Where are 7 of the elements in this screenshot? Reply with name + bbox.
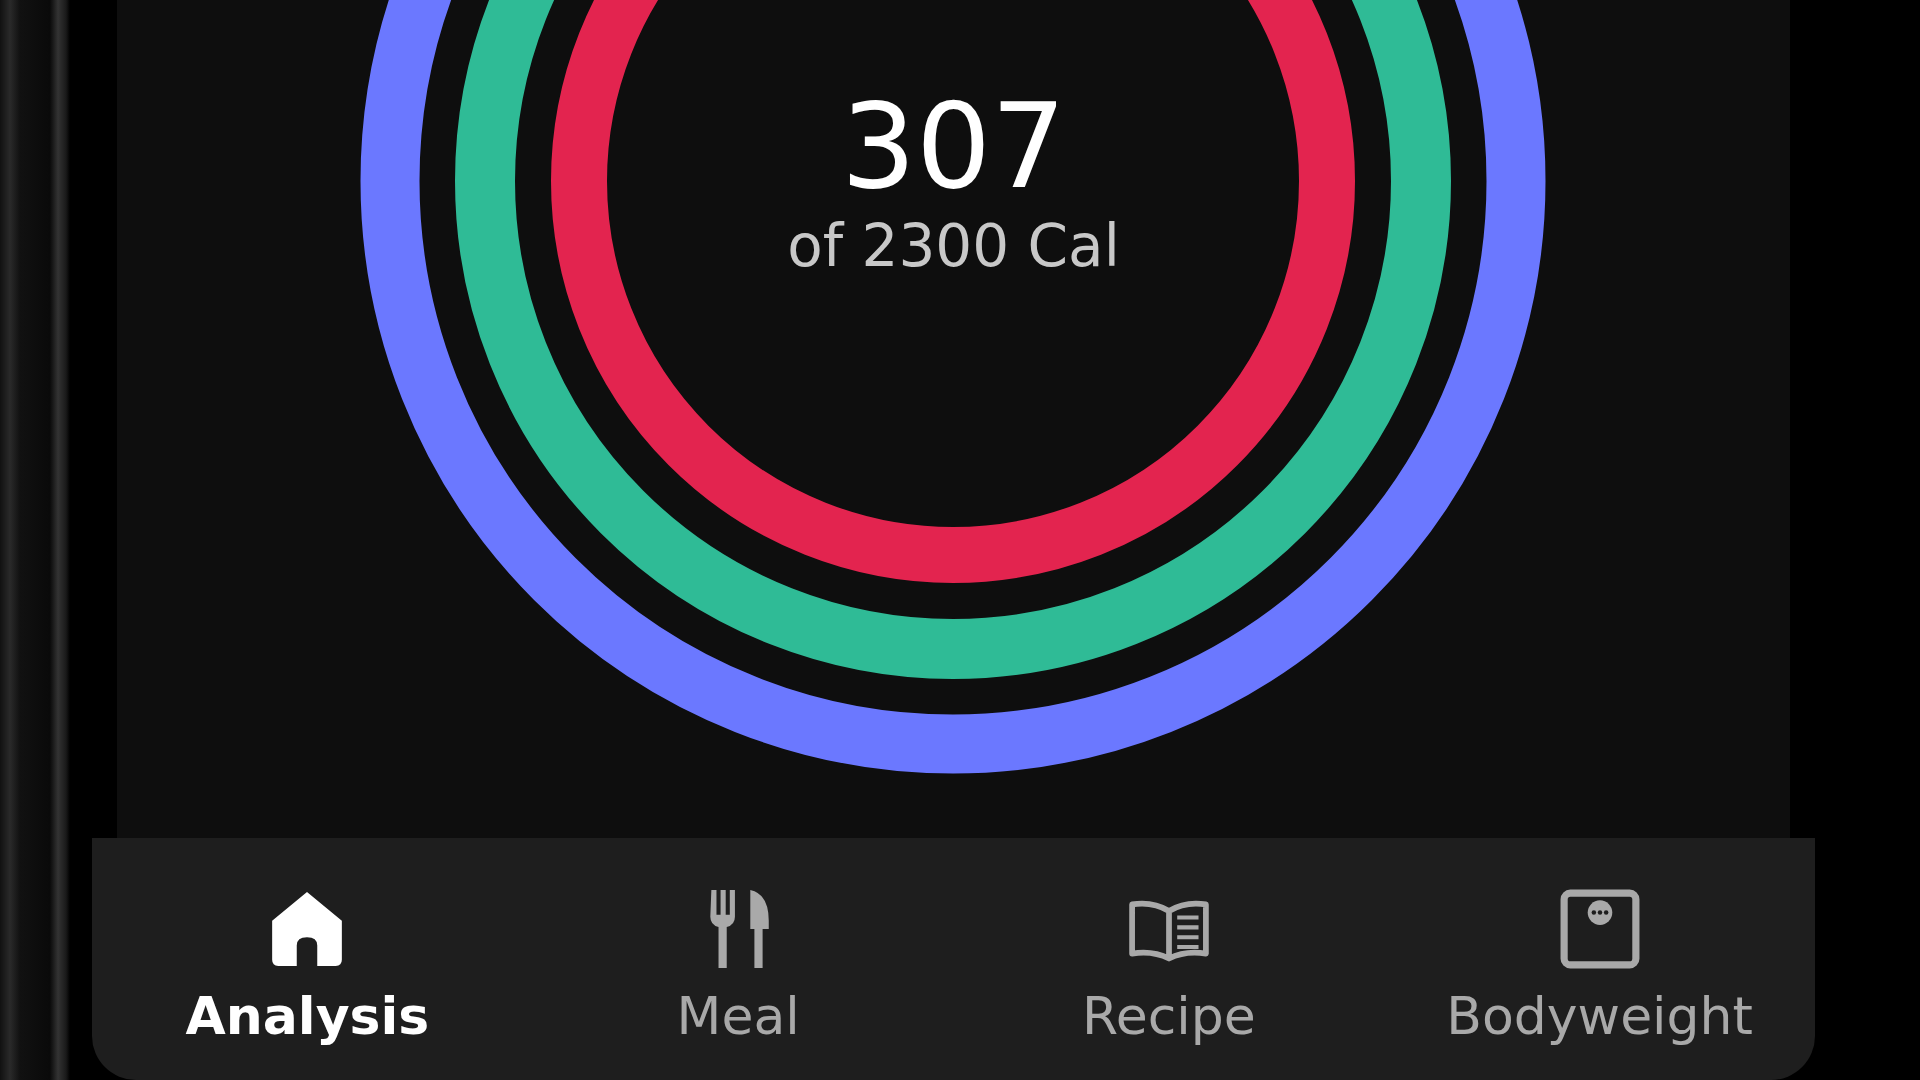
nav-tab[interactable]: Bodyweight [1384, 838, 1815, 1080]
nav-tab[interactable]: Analysis [92, 838, 523, 1080]
nav-tab[interactable]: Meal [522, 838, 954, 1080]
nav-tab[interactable]: Recipe [953, 838, 1385, 1080]
calorie-count: 307 [840, 82, 1067, 212]
scale-icon [1558, 888, 1641, 970]
calorie-goal: of 2300 Cal [787, 211, 1120, 282]
